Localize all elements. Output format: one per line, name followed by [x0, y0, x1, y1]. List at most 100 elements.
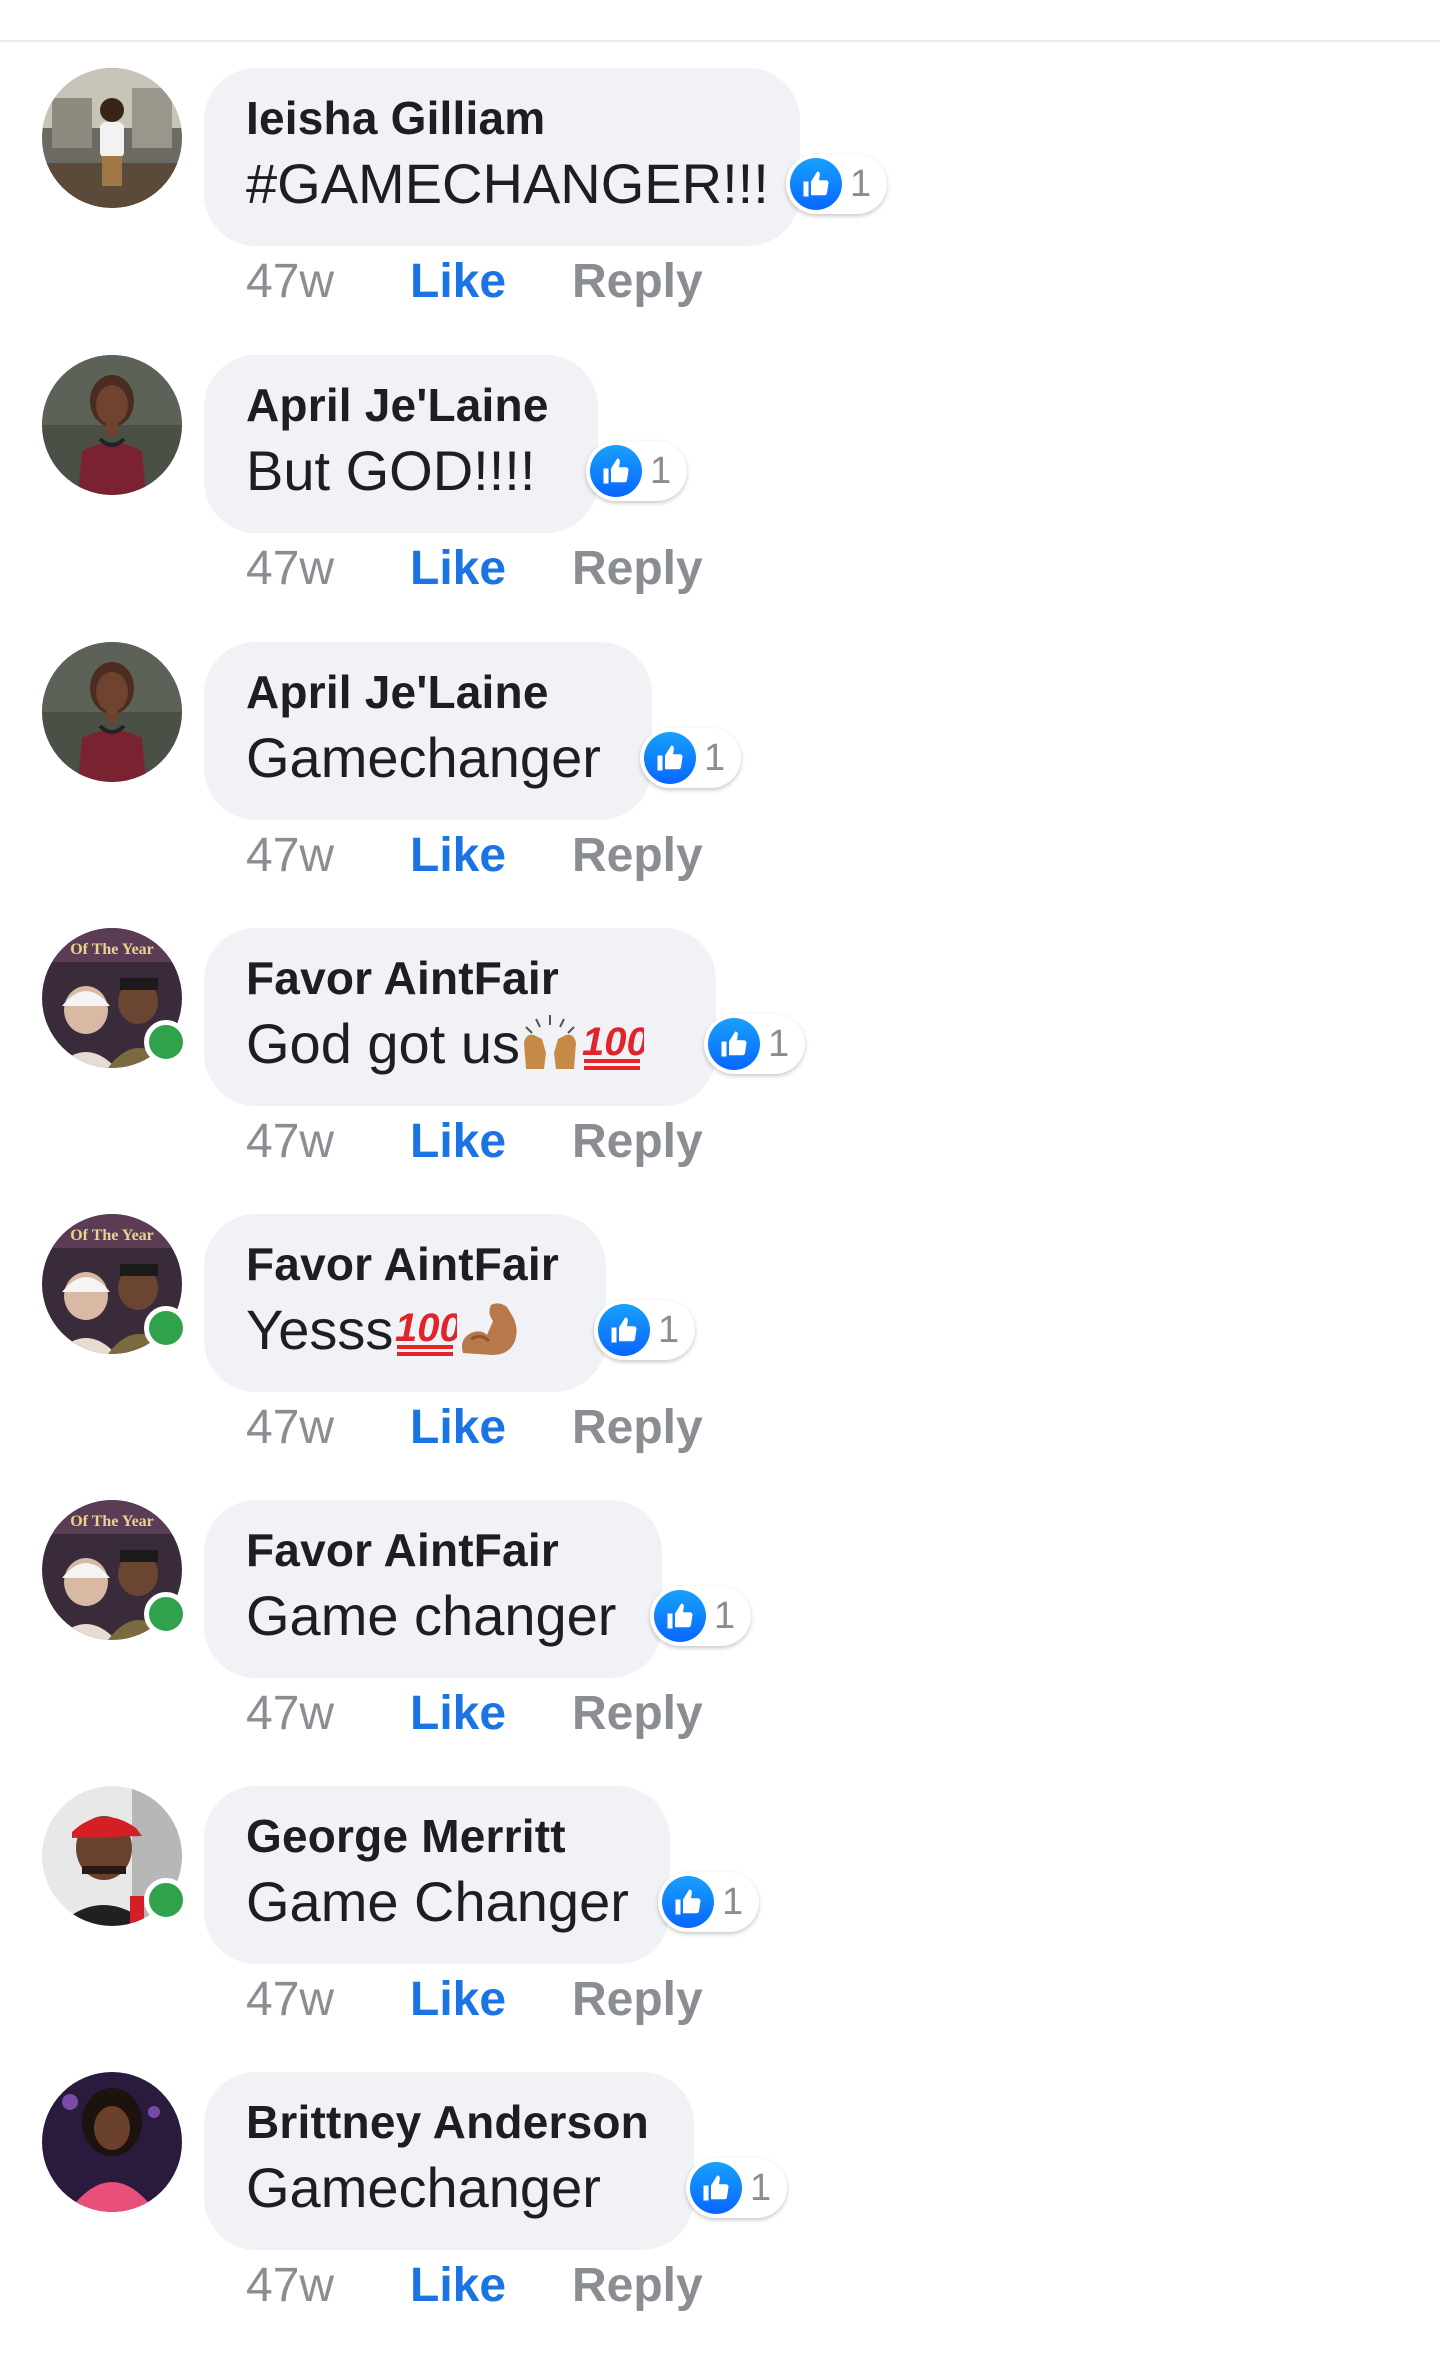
like-link[interactable]: Like: [410, 539, 506, 599]
thumbs-up-icon: [598, 1304, 650, 1356]
reaction-count-badge[interactable]: 1: [640, 728, 742, 788]
svg-text:100: 100: [395, 1306, 457, 1350]
reaction-count-badge[interactable]: 1: [650, 1586, 752, 1646]
woman-pink-outfit-photo-icon: [42, 2072, 182, 2212]
reaction-count-badge[interactable]: 1: [704, 1014, 806, 1074]
reply-link[interactable]: Reply: [572, 826, 703, 886]
reaction-count: 1: [850, 162, 872, 205]
comment-item: Of The Year Favor AintFair Yesss 100 1 47…: [0, 1214, 1440, 1500]
comment-author[interactable]: Brittney Anderson: [246, 2092, 650, 2152]
comment-author[interactable]: George Merritt: [246, 1806, 626, 1866]
thumbs-up-icon: [708, 1018, 760, 1070]
comment-timestamp[interactable]: 47w: [246, 1970, 334, 2030]
comment-item: Brittney Anderson Gamechanger 1 47w Like…: [0, 2072, 1440, 2358]
comment-text: Game Changer: [246, 1870, 629, 1933]
like-link[interactable]: Like: [410, 252, 506, 312]
avatar-banner-text: Of The Year: [70, 941, 154, 958]
avatar[interactable]: [42, 642, 182, 782]
avatar[interactable]: Of The Year: [42, 928, 188, 1068]
woman-portrait-photo-icon: [42, 355, 182, 495]
thumbs-up-icon: [662, 1876, 714, 1928]
comment-bubble: Favor AintFair Game changer: [204, 1500, 662, 1678]
like-link[interactable]: Like: [410, 1398, 506, 1458]
comment-timestamp[interactable]: 47w: [246, 1684, 334, 1744]
woman-portrait-photo-icon: [42, 642, 182, 782]
reaction-count: 1: [768, 1022, 790, 1065]
reply-link[interactable]: Reply: [572, 2256, 703, 2316]
comment-item: George Merritt Game Changer 1 47w Like R…: [0, 1786, 1440, 2072]
avatar[interactable]: [42, 2072, 182, 2212]
svg-text:100: 100: [582, 1020, 644, 1064]
reaction-count: 1: [704, 736, 726, 779]
avatar-banner-text: Of The Year: [70, 1227, 154, 1244]
comment-author[interactable]: Favor AintFair: [246, 1520, 618, 1580]
comment-bubble: George Merritt Game Changer: [204, 1786, 670, 1964]
thumbs-up-icon: [644, 732, 696, 784]
comment-bubble: Favor AintFair Yesss 100: [204, 1214, 606, 1392]
comment-item: April Je'Laine But GOD!!!! 1 47w Like Re…: [0, 355, 1440, 641]
comment-bubble: April Je'Laine But GOD!!!!: [204, 355, 598, 533]
reply-link[interactable]: Reply: [572, 252, 703, 312]
thumbs-up-icon: [790, 158, 842, 210]
like-link[interactable]: Like: [410, 2256, 506, 2316]
avatar[interactable]: [42, 355, 182, 495]
comment-item: Of The Year Favor AintFair Game changer …: [0, 1500, 1440, 1786]
comment-text-content: God got us: [246, 1012, 520, 1075]
reaction-count-badge[interactable]: 1: [658, 1872, 760, 1932]
comment-timestamp[interactable]: 47w: [246, 1112, 334, 1172]
comment-item: Of The Year Favor AintFair God got us 100…: [0, 928, 1440, 1214]
woman-standing-on-porch-photo-icon: [42, 68, 182, 208]
like-link[interactable]: Like: [410, 1112, 506, 1172]
reply-link[interactable]: Reply: [572, 1684, 703, 1744]
comment-author[interactable]: April Je'Laine: [246, 662, 608, 722]
reaction-count: 1: [722, 1880, 744, 1923]
comment-author[interactable]: Favor AintFair: [246, 948, 672, 1008]
thumbs-up-icon: [654, 1590, 706, 1642]
reply-link[interactable]: Reply: [572, 1398, 703, 1458]
online-status-indicator: [144, 1020, 188, 1064]
thumbs-up-icon: [690, 2162, 742, 2214]
reaction-count: 1: [658, 1308, 680, 1351]
comment-author[interactable]: April Je'Laine: [246, 375, 554, 435]
top-divider: [0, 0, 1440, 42]
reply-link[interactable]: Reply: [572, 539, 703, 599]
comment-item: Ieisha Gilliam #GAMECHANGER!!! 1 47w Lik…: [0, 68, 1440, 354]
comment-timestamp[interactable]: 47w: [246, 539, 334, 599]
reaction-count: 1: [750, 2166, 772, 2209]
comment-timestamp[interactable]: 47w: [246, 252, 334, 312]
online-status-indicator: [144, 1592, 188, 1636]
comment-timestamp[interactable]: 47w: [246, 1398, 334, 1458]
reply-link[interactable]: Reply: [572, 1112, 703, 1172]
reaction-count-badge[interactable]: 1: [786, 154, 888, 214]
reaction-count-badge[interactable]: 1: [594, 1300, 696, 1360]
comment-author[interactable]: Favor AintFair: [246, 1234, 562, 1294]
avatar[interactable]: [42, 68, 182, 208]
like-link[interactable]: Like: [410, 1970, 506, 2030]
avatar[interactable]: [42, 1786, 188, 1926]
avatar[interactable]: Of The Year: [42, 1214, 188, 1354]
comment-text: Gamechanger: [246, 2156, 601, 2219]
reaction-count: 1: [714, 1594, 736, 1637]
raising-hands-emoji-icon: [520, 1013, 580, 1088]
comment-author[interactable]: Ieisha Gilliam: [246, 88, 756, 148]
comment-text: Game changer: [246, 1584, 617, 1647]
comment-bubble: Favor AintFair God got us 100: [204, 928, 716, 1106]
comment-timestamp[interactable]: 47w: [246, 2256, 334, 2316]
comment-timestamp[interactable]: 47w: [246, 826, 334, 886]
reaction-count-badge[interactable]: 1: [586, 441, 688, 501]
comment-text: #GAMECHANGER!!!: [246, 152, 769, 215]
hundred-points-emoji-icon: 100: [393, 1299, 462, 1374]
avatar[interactable]: Of The Year: [42, 1500, 188, 1640]
like-link[interactable]: Like: [410, 826, 506, 886]
reply-link[interactable]: Reply: [572, 1970, 703, 2030]
comment-text: Yesss 100: [246, 1294, 562, 1374]
comment-text: Gamechanger: [246, 726, 601, 789]
avatar-banner-text: Of The Year: [70, 1513, 154, 1530]
thumbs-up-icon: [590, 445, 642, 497]
reaction-count-badge[interactable]: 1: [686, 2158, 788, 2218]
online-status-indicator: [144, 1306, 188, 1350]
comment-bubble: April Je'Laine Gamechanger: [204, 642, 652, 820]
comment-text-content: Yesss: [246, 1298, 394, 1361]
like-link[interactable]: Like: [410, 1684, 506, 1744]
comment-bubble: Brittney Anderson Gamechanger: [204, 2072, 694, 2250]
